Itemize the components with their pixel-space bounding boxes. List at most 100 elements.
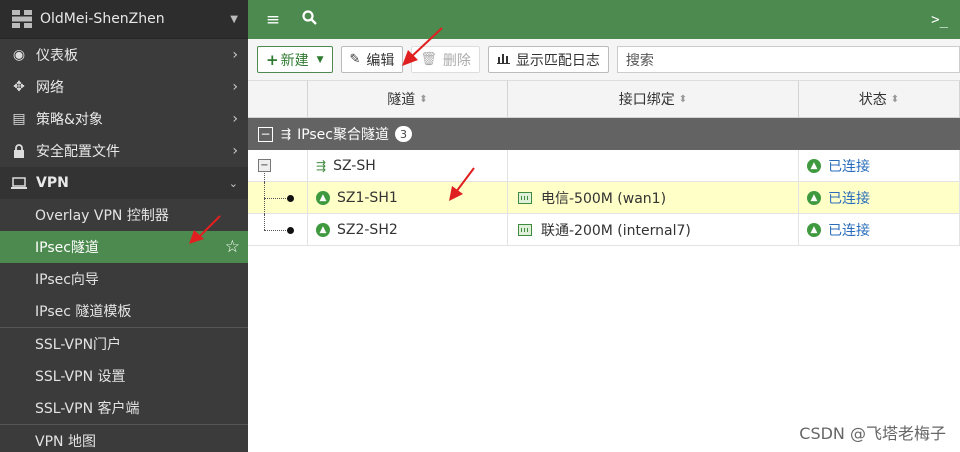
sidebar-item-dashboard[interactable]: ◉ 仪表板 › — [0, 39, 248, 71]
sidebar-item-label: VPN 地图 — [35, 434, 96, 450]
group-label: IPsec聚合隧道 — [297, 127, 389, 143]
sidebar: OldMei-ShenZhen ▼ ◉ 仪表板 › ✥ 网络 › ▤ 策略&对象… — [0, 0, 248, 452]
interface-cell: 联通-200M (internal7) — [508, 214, 799, 245]
table-row[interactable]: ▲ SZ1-SH1 电信-500M (wan1) ▲ 已连接 — [248, 182, 960, 214]
sidebar-item-label: IPsec 隧道模板 — [35, 304, 132, 320]
new-button[interactable]: + 新建 ▼ — [257, 46, 333, 73]
watermark: CSDN @飞塔老梅子 — [799, 424, 946, 443]
collapse-icon[interactable]: − — [258, 126, 273, 142]
menu-icon[interactable]: ≡ — [262, 10, 284, 30]
status-text: 已连接 — [828, 190, 870, 207]
sort-icon: ⬍ — [419, 93, 428, 105]
device-hostname: OldMei-ShenZhen — [40, 11, 165, 27]
sort-icon: ⬍ — [678, 93, 688, 105]
column-header-label: 接口绑定 — [618, 92, 675, 108]
sidebar-subitem-ssl-vpn-clients[interactable]: SSL-VPN 客户端 — [0, 392, 248, 424]
status-text: 已连接 — [828, 222, 870, 239]
interface-cell: 电信-500M (wan1) — [508, 182, 799, 213]
sidebar-subitem-ipsec-wizard[interactable]: IPsec向导 — [0, 263, 248, 295]
table-row[interactable]: ▲ SZ2-SH2 联通-200M (internal7) ▲ 已连接 — [248, 214, 960, 246]
sidebar-subitem-ipsec-tunnels[interactable]: IPsec隧道 ☆ — [0, 231, 248, 263]
sidebar-item-label: IPsec向导 — [35, 272, 99, 288]
tunnel-aggregate-icon: ⇶ — [316, 158, 327, 173]
status-up-icon: ▲ — [807, 158, 821, 173]
search-icon[interactable] — [298, 9, 320, 30]
tunnel-cell: ⇶ SZ-SH — [308, 150, 508, 181]
tree-connector — [264, 230, 288, 231]
tunnel-cell: ▲ SZ2-SH2 — [308, 214, 508, 245]
new-button-label: 新建 — [280, 52, 309, 69]
group-row[interactable]: − ⇶ IPsec聚合隧道 3 — [248, 118, 960, 150]
tree-column-header — [248, 81, 308, 117]
chevron-right-icon: › — [232, 111, 238, 127]
favorite-star-icon[interactable]: ☆ — [225, 237, 240, 257]
interface-name: 电信-500M (wan1) — [541, 190, 667, 207]
bar-chart-icon — [496, 52, 510, 68]
fortinet-logo-icon — [12, 10, 32, 28]
column-header-label: 状态 — [858, 92, 887, 108]
sidebar-item-label: 安全配置文件 — [36, 144, 120, 160]
chevron-right-icon: › — [232, 47, 238, 63]
sidebar-item-label: SSL-VPN 设置 — [35, 369, 126, 385]
collapse-icon[interactable]: − — [258, 159, 271, 172]
sidebar-subitem-vpn-map[interactable]: VPN 地图 — [0, 425, 248, 452]
sidebar-item-security-profiles[interactable]: 安全配置文件 › — [0, 135, 248, 167]
interface-cell — [508, 150, 799, 181]
column-header-label: 隧道 — [387, 92, 416, 108]
tunnel-name: SZ1-SH1 — [337, 189, 398, 206]
tunnel-name: SZ-SH — [333, 157, 376, 174]
top-bar: ≡ >_ — [248, 0, 960, 39]
table-header: 隧道 ⬍ 接口绑定 ⬍ 状态 ⬍ — [248, 81, 960, 118]
column-header-interface[interactable]: 接口绑定 ⬍ — [508, 81, 799, 117]
tree-node-icon — [287, 227, 294, 234]
status-up-icon: ▲ — [807, 190, 821, 205]
column-header-status[interactable]: 状态 ⬍ — [799, 81, 960, 117]
tunnel-cell: ▲ SZ1-SH1 — [308, 182, 508, 213]
search-input[interactable]: 搜索 — [616, 46, 960, 73]
status-up-icon: ▲ — [807, 222, 821, 237]
plus-icon: + — [266, 50, 279, 69]
laptop-icon — [10, 177, 28, 189]
column-header-tunnel[interactable]: 隧道 ⬍ — [308, 81, 508, 117]
chevron-down-icon: ▼ — [230, 13, 238, 25]
status-up-icon: ▲ — [316, 190, 330, 205]
delete-button[interactable]: 🗑 删除 — [411, 46, 480, 73]
search-placeholder: 搜索 — [625, 52, 654, 69]
tree-connector — [264, 214, 265, 230]
sort-icon: ⬍ — [890, 93, 900, 105]
trash-icon: 🗑 — [420, 52, 437, 67]
status-cell: ▲ 已连接 — [799, 214, 960, 245]
sidebar-subitem-ipsec-templates[interactable]: IPsec 隧道模板 — [0, 295, 248, 327]
sidebar-item-label: IPsec隧道 — [35, 240, 99, 256]
device-selector[interactable]: OldMei-ShenZhen ▼ — [0, 0, 248, 39]
sidebar-item-vpn[interactable]: VPN ⌄ — [0, 167, 248, 199]
policy-icon: ▤ — [12, 111, 26, 127]
edit-button[interactable]: ✎ 编辑 — [340, 46, 404, 73]
sidebar-subitem-ssl-vpn-settings[interactable]: SSL-VPN 设置 — [0, 360, 248, 392]
sidebar-item-label: SSL-VPN门户 — [35, 337, 122, 353]
delete-button-label: 删除 — [442, 52, 471, 69]
tree-connector — [264, 173, 265, 182]
tree-connector — [264, 198, 288, 199]
sidebar-item-label: Overlay VPN 控制器 — [35, 208, 169, 224]
cli-console-icon[interactable]: >_ — [931, 12, 948, 28]
status-text: 已连接 — [828, 158, 870, 175]
toolbar: + 新建 ▼ ✎ 编辑 🗑 删除 显示匹配日志 搜索 — [248, 39, 960, 81]
sidebar-item-label: SSL-VPN 客户端 — [35, 401, 140, 417]
network-port-icon — [518, 191, 532, 204]
tunnel-aggregate-icon: ⇶ — [281, 127, 292, 141]
pencil-icon: ✎ — [349, 52, 361, 67]
tree-cell — [248, 182, 308, 214]
status-cell: ▲ 已连接 — [799, 150, 960, 181]
sidebar-subitem-ssl-vpn-portals[interactable]: SSL-VPN门户 — [0, 328, 248, 360]
status-up-icon: ▲ — [316, 222, 330, 237]
chevron-right-icon: › — [232, 143, 238, 159]
tree-node-icon — [287, 195, 294, 202]
sidebar-item-network[interactable]: ✥ 网络 › — [0, 71, 248, 103]
chevron-right-icon: › — [232, 79, 238, 95]
show-matching-logs-button[interactable]: 显示匹配日志 — [487, 46, 609, 73]
sidebar-subitem-overlay-vpn[interactable]: Overlay VPN 控制器 — [0, 199, 248, 231]
table-row[interactable]: − ⇶ SZ-SH ▲ 已连接 — [248, 150, 960, 182]
sidebar-item-policy[interactable]: ▤ 策略&对象 › — [0, 103, 248, 135]
edit-button-label: 编辑 — [366, 52, 395, 69]
